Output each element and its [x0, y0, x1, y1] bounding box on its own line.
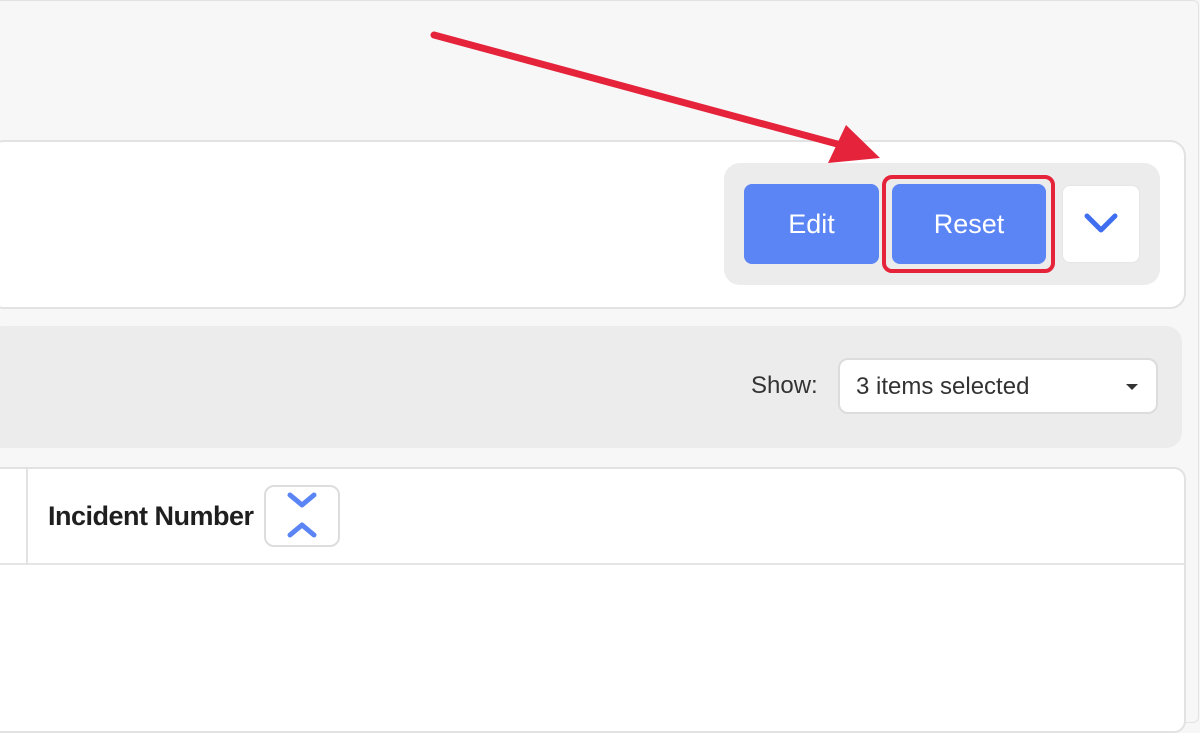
show-columns-select[interactable]: 3 items selected [838, 358, 1158, 414]
column-header-incident-number: Incident Number [48, 501, 254, 531]
data-table: Incident Number [0, 467, 1186, 733]
select-value: 3 items selected [856, 373, 1030, 400]
edit-button[interactable]: Edit [744, 184, 879, 264]
reset-button[interactable]: Reset [892, 184, 1046, 264]
caret-down-icon [1126, 384, 1138, 390]
column-divider [26, 469, 28, 565]
show-label: Show: [751, 372, 818, 399]
more-actions-button[interactable] [1062, 185, 1140, 263]
column-toggle-button[interactable] [264, 485, 340, 547]
chevron-down-icon [1084, 213, 1118, 233]
collapse-expand-icon [287, 492, 317, 538]
table-header: Incident Number [0, 469, 1184, 565]
